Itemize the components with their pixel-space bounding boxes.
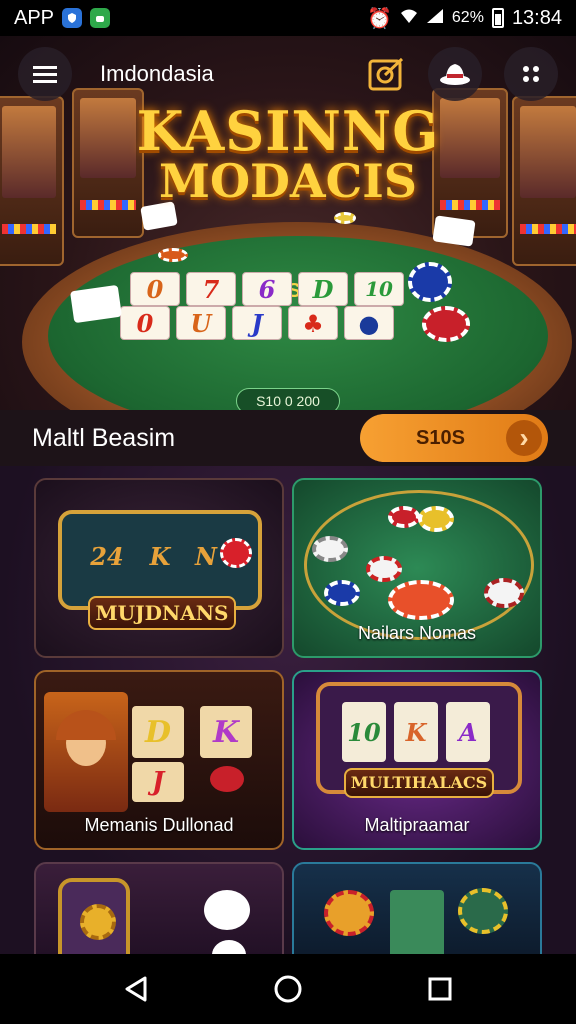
poker-chip — [158, 248, 188, 262]
card-row-bottom: 0 U J ♣ ● — [120, 306, 394, 340]
game-tile[interactable] — [292, 862, 542, 954]
character-portrait — [44, 692, 128, 812]
signal-icon — [426, 7, 444, 30]
reel-symbol: A — [446, 702, 490, 762]
game-title: Maltipraamar — [364, 815, 470, 835]
poker-chip — [484, 578, 524, 608]
reward-button[interactable] — [368, 55, 406, 93]
home-circle-icon — [274, 975, 302, 1003]
reel-symbol: K — [149, 541, 171, 571]
shield-icon — [62, 8, 83, 28]
playing-card: 0 — [130, 272, 180, 306]
game-grid: 24 K N MUJDNANS Nailars Nomas D K J Mema… — [0, 466, 576, 954]
reel-symbol: 24 — [90, 541, 124, 571]
recents-square-icon — [428, 977, 452, 1001]
see-all-label: S10S — [416, 426, 465, 449]
dice — [432, 215, 476, 247]
game-tile[interactable]: 10 K A MULTIHALACS Maltipraamar — [292, 670, 542, 850]
playing-card: 6 — [242, 272, 292, 306]
game-title: Memanis Dullonad — [84, 815, 234, 835]
poker-chip — [324, 890, 374, 936]
hero-banner[interactable]: Imdondasia KASINNG MODACIS 0 7 6 D 10 0 … — [0, 36, 576, 410]
alarm-icon: ⏰ — [367, 7, 392, 30]
pot-amount: S10 0 200 — [236, 388, 340, 410]
game-banner: MUJDNANS — [88, 596, 236, 630]
reel-symbol: 10 — [342, 702, 386, 762]
poker-chip — [80, 904, 116, 940]
logo-line-1: KASINNG — [136, 99, 440, 163]
home-button[interactable] — [264, 965, 312, 1013]
clock: 13:84 — [511, 6, 562, 29]
section-title: Maltl Beasim — [32, 423, 176, 452]
carrier-label: APP — [14, 6, 55, 29]
profile-button[interactable] — [428, 47, 482, 101]
logo-line-2: MODACIS — [159, 154, 417, 208]
reel-symbol — [390, 890, 444, 954]
poker-chip — [422, 306, 470, 342]
game-tile[interactable]: D K J Memanis Dullonad — [34, 670, 284, 850]
poker-chip — [324, 580, 360, 606]
back-triangle-icon — [125, 976, 147, 1002]
app-title: Imdondasia — [100, 61, 214, 86]
casino-logo: KASINNG MODACIS — [0, 104, 576, 204]
section-header: Maltl Beasim S10S › — [0, 410, 576, 466]
top-app-bar: Imdondasia — [0, 36, 576, 112]
playing-card: 0 — [120, 306, 170, 340]
poker-chip — [334, 212, 356, 224]
game-tile[interactable]: Nailars Nomas — [292, 478, 542, 658]
back-button[interactable] — [112, 965, 160, 1013]
poker-chip — [220, 538, 252, 568]
playing-card: ● — [344, 306, 394, 340]
card-row-top: 0 7 6 D 10 — [130, 272, 404, 306]
status-bar: APP ⏰ 62% 13:84 — [0, 0, 576, 36]
recents-button[interactable] — [416, 965, 464, 1013]
game-tile[interactable] — [34, 862, 284, 954]
poker-chip — [408, 262, 452, 302]
more-options-button[interactable] — [504, 47, 558, 101]
playing-card: D — [298, 272, 348, 306]
poker-chip — [388, 506, 420, 528]
poker-chip — [366, 556, 402, 582]
menu-button[interactable] — [18, 47, 72, 101]
playing-card: J — [232, 306, 282, 340]
playing-card: U — [176, 306, 226, 340]
chevron-right-icon: › — [506, 420, 542, 456]
reel-symbol: K — [394, 702, 438, 762]
system-nav-bar — [0, 954, 576, 1024]
hamburger-icon — [33, 66, 57, 83]
poker-chip — [388, 580, 454, 620]
reel-symbol: D — [132, 706, 184, 758]
poker-chip — [312, 536, 348, 562]
playing-card: ♣ — [288, 306, 338, 340]
poker-chip — [418, 506, 454, 532]
reel-symbol: K — [200, 706, 252, 758]
battery-icon — [491, 8, 504, 28]
android-icon — [90, 8, 111, 28]
game-banner: MULTIHALACS — [344, 768, 494, 798]
target-ticket-icon — [368, 57, 404, 91]
battery-percent: 62% — [451, 9, 484, 26]
poker-chip — [458, 888, 508, 934]
game-tile[interactable]: 24 K N MUJDNANS — [34, 478, 284, 658]
hat-avatar-icon — [440, 64, 470, 85]
dice — [212, 940, 246, 954]
dice — [204, 890, 250, 930]
dice — [70, 284, 122, 324]
playing-card: 10 — [354, 272, 404, 306]
see-all-button[interactable]: S10S › — [360, 414, 548, 462]
reel-symbol: J — [132, 762, 184, 802]
grid-dots-icon — [523, 66, 539, 82]
wifi-icon — [400, 7, 418, 30]
playing-card: 7 — [186, 272, 236, 306]
game-title: Nailars Nomas — [357, 623, 477, 643]
fruit-symbol — [210, 766, 244, 792]
